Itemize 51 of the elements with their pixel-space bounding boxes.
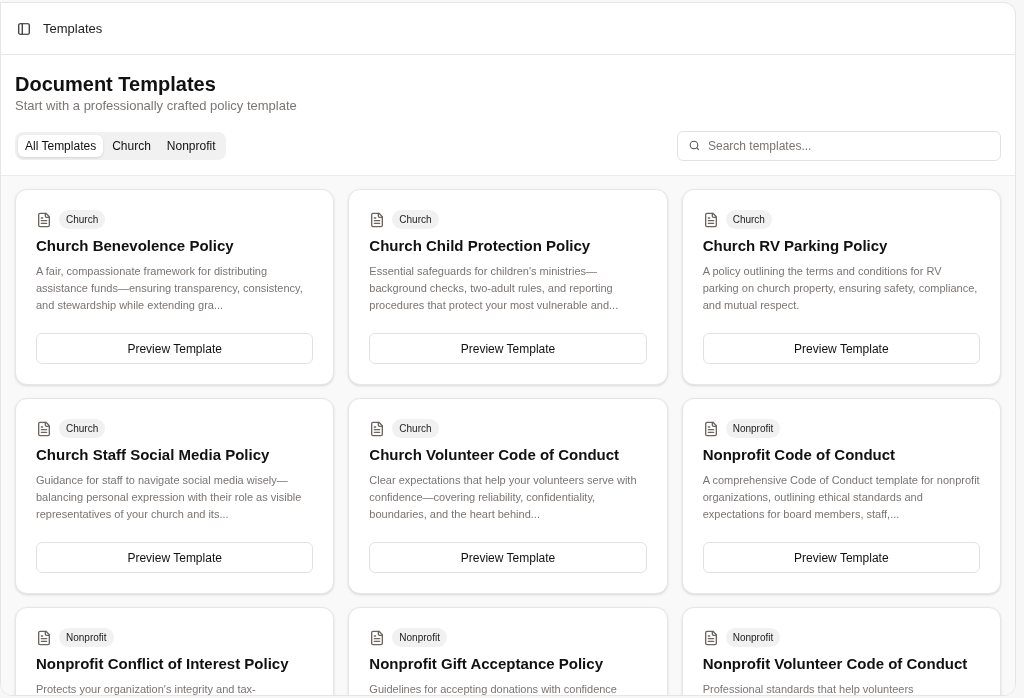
document-icon	[36, 420, 52, 437]
template-title: Nonprofit Conflict of Interest Policy	[36, 654, 290, 674]
template-title: Church RV Parking Policy	[702, 236, 889, 256]
document-icon	[369, 629, 386, 646]
document-icon	[702, 420, 719, 437]
preview-template-button[interactable]: Preview Template	[36, 542, 314, 573]
template-description: Protects your organization's integrity and tax-	[36, 681, 257, 695]
header-title: Templates	[43, 19, 103, 38]
category-tag: Church	[725, 210, 772, 229]
template-description: Guidelines for accepting donations with confidence	[369, 681, 618, 695]
template-title: Church Benevolence Policy	[36, 236, 235, 256]
search-field[interactable]: Search templates...	[677, 131, 1001, 161]
document-icon	[702, 211, 719, 228]
preview-template-button[interactable]: Preview Template	[369, 542, 647, 573]
sidebar-toggle-icon[interactable]	[17, 21, 31, 36]
document-icon	[369, 211, 386, 228]
filter-tab[interactable]: All Templates	[18, 135, 104, 157]
filter-tab[interactable]: Nonprofit	[159, 135, 223, 157]
template-title: Nonprofit Volunteer Code of Conduct	[702, 654, 969, 674]
template-description: Clear expectations that help your volunteers serve with confidence—covering reliability, confidentiality, boundaries, and the heart behind...	[369, 472, 638, 522]
preview-template-button[interactable]: Preview Template	[702, 333, 980, 364]
template-description: A comprehensive Code of Conduct template for nonprofit organizations, outlining ethical standards and expectations for board members, staff,...	[702, 472, 980, 522]
template-description: A policy outlining the terms and conditions for RV parking on church property, ensuring safety, compliance, and mutual respect.	[702, 263, 979, 313]
category-tag: Nonprofit	[392, 628, 447, 647]
category-tag: Church	[392, 419, 439, 438]
template-description: Essential safeguards for children's ministries—background checks, two-adult rules, and reporting procedures that protect your most vulnerable and...	[369, 263, 620, 313]
page-title: Document Templates	[15, 72, 217, 97]
category-tag: Church	[59, 419, 106, 438]
preview-template-button[interactable]: Preview Template	[36, 333, 314, 364]
template-description: Guidance for staff to navigate social media wisely—balancing personal expression with their role as visible representatives of your church and its...	[36, 472, 303, 522]
category-tag: Church	[392, 210, 439, 229]
template-title: Nonprofit Gift Acceptance Policy	[369, 654, 604, 674]
template-title: Church Child Protection Policy	[369, 236, 592, 256]
document-icon	[36, 629, 52, 646]
preview-template-button[interactable]: Preview Template	[369, 333, 647, 364]
search-icon	[688, 139, 701, 152]
template-title: Church Volunteer Code of Conduct	[369, 445, 621, 465]
category-tag: Nonprofit	[725, 419, 781, 438]
category-tag: Nonprofit	[725, 628, 781, 647]
preview-template-button[interactable]: Preview Template	[702, 542, 980, 573]
page-subtitle: Start with a professionally crafted policy template	[15, 97, 298, 115]
document-icon	[369, 420, 386, 437]
document-icon	[702, 629, 719, 646]
template-title: Church Staff Social Media Policy	[36, 445, 271, 465]
template-title: Nonprofit Code of Conduct	[702, 445, 897, 465]
template-description: A fair, compassionate framework for distributing assistance funds—ensuring transparency, consistency, and stewardship while extending gra...	[36, 263, 304, 313]
filter-tab[interactable]: Church	[105, 135, 158, 157]
category-tag: Nonprofit	[59, 628, 114, 647]
template-description: Professional standards that help volunteers	[702, 681, 915, 695]
category-tag: Church	[59, 210, 106, 229]
document-icon	[36, 211, 52, 228]
